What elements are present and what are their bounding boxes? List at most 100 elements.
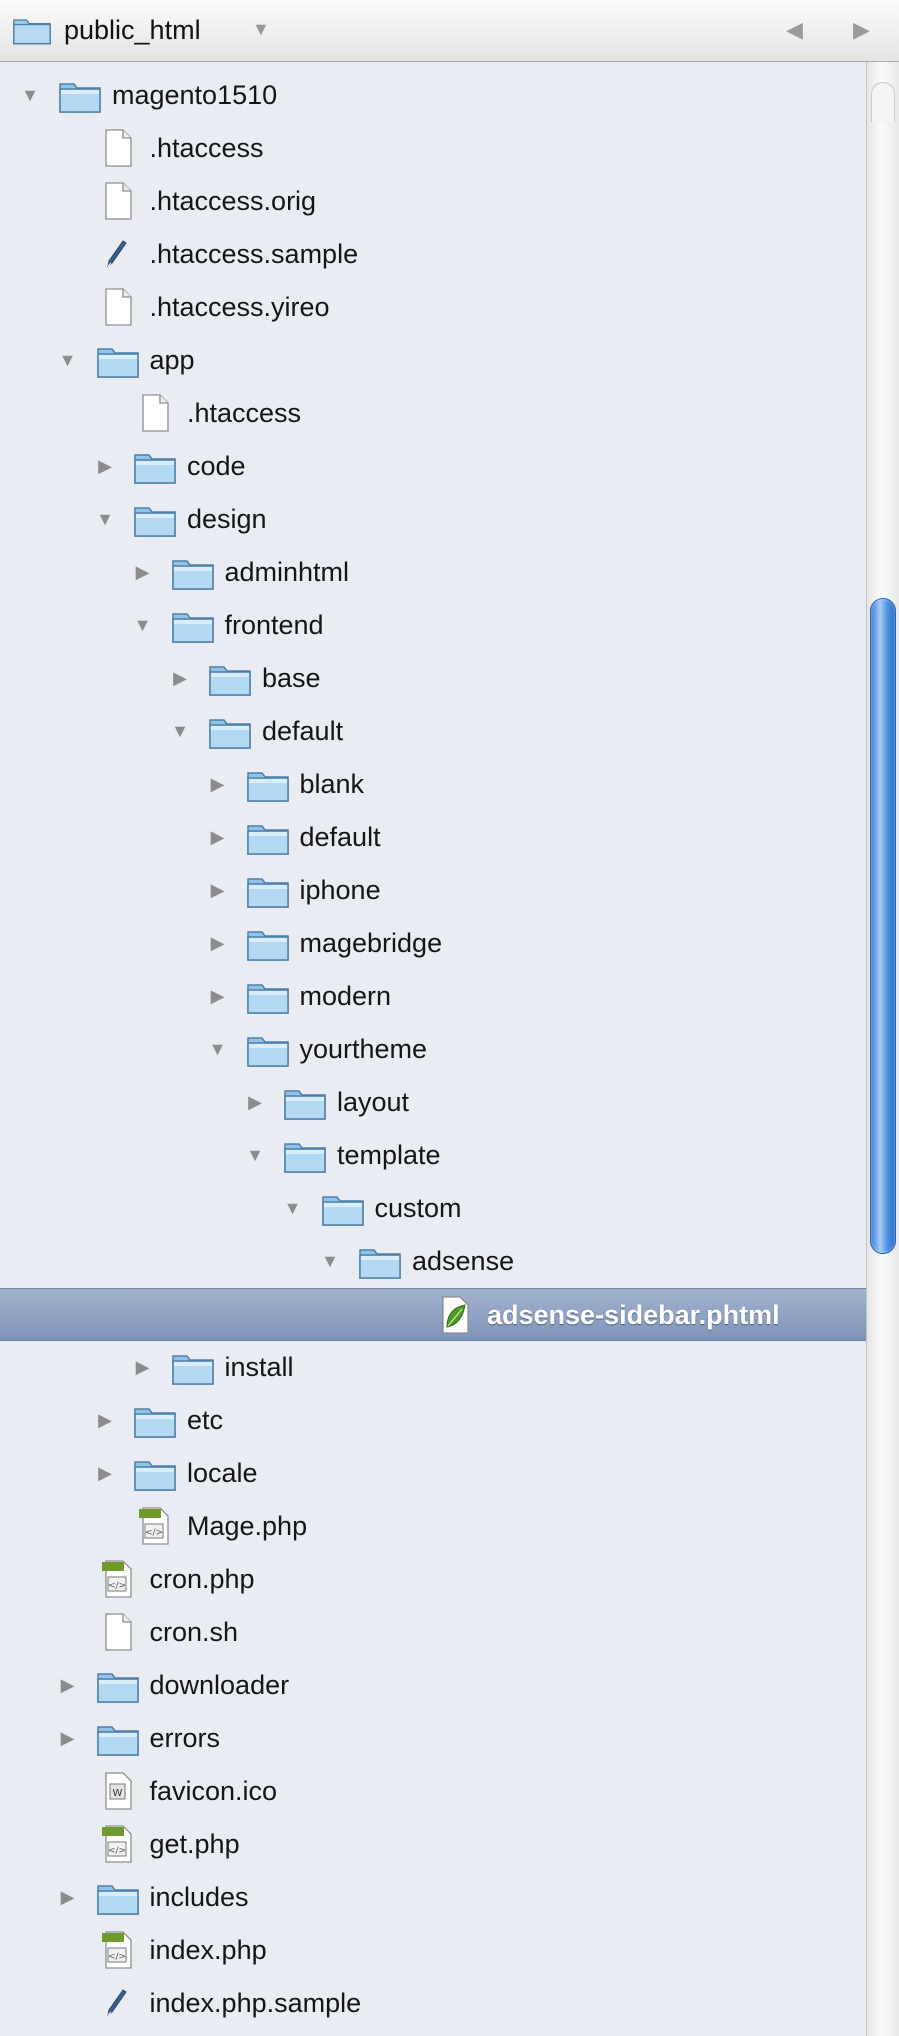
file-icon xyxy=(96,1612,140,1652)
folder-row[interactable]: ▶ downloader xyxy=(0,1659,866,1712)
folder-icon xyxy=(96,1665,140,1705)
folder-row[interactable]: ▶ errors xyxy=(0,1712,866,1765)
folder-row[interactable]: ▶ adminhtml xyxy=(0,546,866,599)
php-file-icon: </> xyxy=(133,1506,177,1546)
file-row[interactable]: .htaccess.sample xyxy=(0,228,866,281)
disclosure-triangle-collapsed-icon[interactable]: ▶ xyxy=(56,1726,80,1750)
file-row[interactable]: .htaccess xyxy=(0,387,866,440)
disclosure-triangle-collapsed-icon[interactable]: ▶ xyxy=(206,984,230,1008)
disclosure-triangle-collapsed-icon[interactable]: ▶ xyxy=(206,825,230,849)
path-menu-chevron-icon[interactable]: ▼ xyxy=(252,14,270,44)
folder-row[interactable]: ▼ adsense xyxy=(0,1235,866,1288)
item-label: base xyxy=(262,663,321,693)
disclosure-triangle-collapsed-icon[interactable]: ▶ xyxy=(56,1885,80,1909)
path-title[interactable]: public_html xyxy=(64,12,201,48)
php-file-icon: </> xyxy=(96,1559,140,1599)
disclosure-triangle-collapsed-icon[interactable]: ▶ xyxy=(206,878,230,902)
file-row[interactable]: .htaccess xyxy=(0,122,866,175)
forward-arrow-icon[interactable]: ▶ xyxy=(853,15,870,45)
folder-row[interactable]: ▼ template xyxy=(0,1129,866,1182)
disclosure-triangle-expanded-icon[interactable]: ▼ xyxy=(281,1196,305,1220)
disclosure-triangle-expanded-icon[interactable]: ▼ xyxy=(243,1143,267,1167)
item-label: adsense-sidebar.phtml xyxy=(487,1300,780,1330)
file-row[interactable]: Wfavicon.ico xyxy=(0,1765,866,1818)
file-row[interactable]: adsense-sidebar.phtml xyxy=(0,1288,866,1341)
folder-row[interactable]: ▶ iphone xyxy=(0,864,866,917)
folder-row[interactable]: ▶ modern xyxy=(0,970,866,1023)
svg-text:</>: </> xyxy=(107,1952,125,1962)
item-label: adsense xyxy=(412,1246,515,1276)
item-label: etc xyxy=(187,1405,224,1435)
folder-icon xyxy=(283,1135,327,1175)
item-label: default xyxy=(299,822,381,852)
file-icon xyxy=(96,128,140,168)
file-row[interactable]: </> index.php xyxy=(0,1924,866,1977)
file-row[interactable]: </> Mage.php xyxy=(0,1500,866,1553)
disclosure-triangle-collapsed-icon[interactable]: ▶ xyxy=(131,1355,155,1379)
disclosure-triangle-expanded-icon[interactable]: ▼ xyxy=(131,613,155,637)
item-label: magento1510 xyxy=(112,80,278,110)
ico-file-icon: W xyxy=(96,1771,140,1811)
disclosure-triangle-collapsed-icon[interactable]: ▶ xyxy=(168,666,192,690)
item-label: app xyxy=(149,345,195,375)
folder-icon xyxy=(58,75,102,115)
disclosure-triangle-collapsed-icon[interactable]: ▶ xyxy=(93,454,117,478)
item-label: get.php xyxy=(149,1829,240,1859)
file-row[interactable]: .htaccess.yireo xyxy=(0,281,866,334)
folder-icon xyxy=(96,1877,140,1917)
folder-row[interactable]: ▶ default xyxy=(0,811,866,864)
folder-row[interactable]: ▼ default xyxy=(0,705,866,758)
file-row[interactable]: cron.sh xyxy=(0,1606,866,1659)
folder-row[interactable]: ▶ includes xyxy=(0,1871,866,1924)
disclosure-triangle-expanded-icon[interactable]: ▼ xyxy=(318,1249,342,1273)
folder-row[interactable]: ▶ base xyxy=(0,652,866,705)
folder-row[interactable]: ▼ app xyxy=(0,334,866,387)
disclosure-triangle-collapsed-icon[interactable]: ▶ xyxy=(93,1408,117,1432)
file-row[interactable]: </> cron.php xyxy=(0,1553,866,1606)
disclosure-triangle-expanded-icon[interactable]: ▼ xyxy=(168,719,192,743)
file-row[interactable]: .htaccess.orig xyxy=(0,175,866,228)
scrollbar-thumb[interactable] xyxy=(870,598,896,1254)
disclosure-triangle-collapsed-icon[interactable]: ▶ xyxy=(56,1673,80,1697)
file-row[interactable]: index.php.sample xyxy=(0,1977,866,2030)
folder-row[interactable]: ▶ blank xyxy=(0,758,866,811)
folder-icon xyxy=(133,499,177,539)
item-label: .htaccess xyxy=(187,398,302,428)
folder-icon xyxy=(246,976,290,1016)
folder-icon xyxy=(283,1082,327,1122)
disclosure-triangle-collapsed-icon[interactable]: ▶ xyxy=(206,931,230,955)
disclosure-triangle-expanded-icon[interactable]: ▼ xyxy=(56,348,80,372)
disclosure-triangle-collapsed-icon[interactable]: ▶ xyxy=(243,1090,267,1114)
item-label: cron.sh xyxy=(149,1617,239,1647)
disclosure-triangle-expanded-icon[interactable]: ▼ xyxy=(18,83,42,107)
folder-row[interactable]: ▶ magebridge xyxy=(0,917,866,970)
svg-text:</>: </> xyxy=(107,1846,125,1856)
item-label: cron.php xyxy=(149,1564,255,1594)
disclosure-triangle-expanded-icon[interactable]: ▼ xyxy=(93,507,117,531)
disclosure-triangle-expanded-icon[interactable]: ▼ xyxy=(206,1037,230,1061)
item-label: default xyxy=(262,716,344,746)
back-arrow-icon[interactable]: ◀ xyxy=(786,15,803,45)
item-label: index.php xyxy=(149,1935,267,1965)
folder-row[interactable]: ▼ custom xyxy=(0,1182,866,1235)
item-label: .htaccess.orig xyxy=(149,186,317,216)
item-label: template xyxy=(337,1140,441,1170)
folder-row[interactable]: ▶ install xyxy=(0,1341,866,1394)
disclosure-triangle-collapsed-icon[interactable]: ▶ xyxy=(131,560,155,584)
folder-row[interactable]: ▶ locale xyxy=(0,1447,866,1500)
folder-row[interactable]: ▶ layout xyxy=(0,1076,866,1129)
item-label: index.php.sample xyxy=(149,1988,362,2018)
item-label: install xyxy=(224,1352,294,1382)
disclosure-triangle-collapsed-icon[interactable]: ▶ xyxy=(93,1461,117,1485)
item-label: frontend xyxy=(224,610,324,640)
folder-row[interactable]: ▶ code xyxy=(0,440,866,493)
folder-row[interactable]: ▼ frontend xyxy=(0,599,866,652)
folder-icon xyxy=(171,1347,215,1387)
vertical-scrollbar[interactable] xyxy=(866,62,899,2036)
folder-row[interactable]: ▼ design xyxy=(0,493,866,546)
file-row[interactable]: </> get.php xyxy=(0,1818,866,1871)
folder-row[interactable]: ▶ etc xyxy=(0,1394,866,1447)
folder-row[interactable]: ▼ magento1510 xyxy=(0,69,866,122)
folder-row[interactable]: ▼ yourtheme xyxy=(0,1023,866,1076)
disclosure-triangle-collapsed-icon[interactable]: ▶ xyxy=(206,772,230,796)
